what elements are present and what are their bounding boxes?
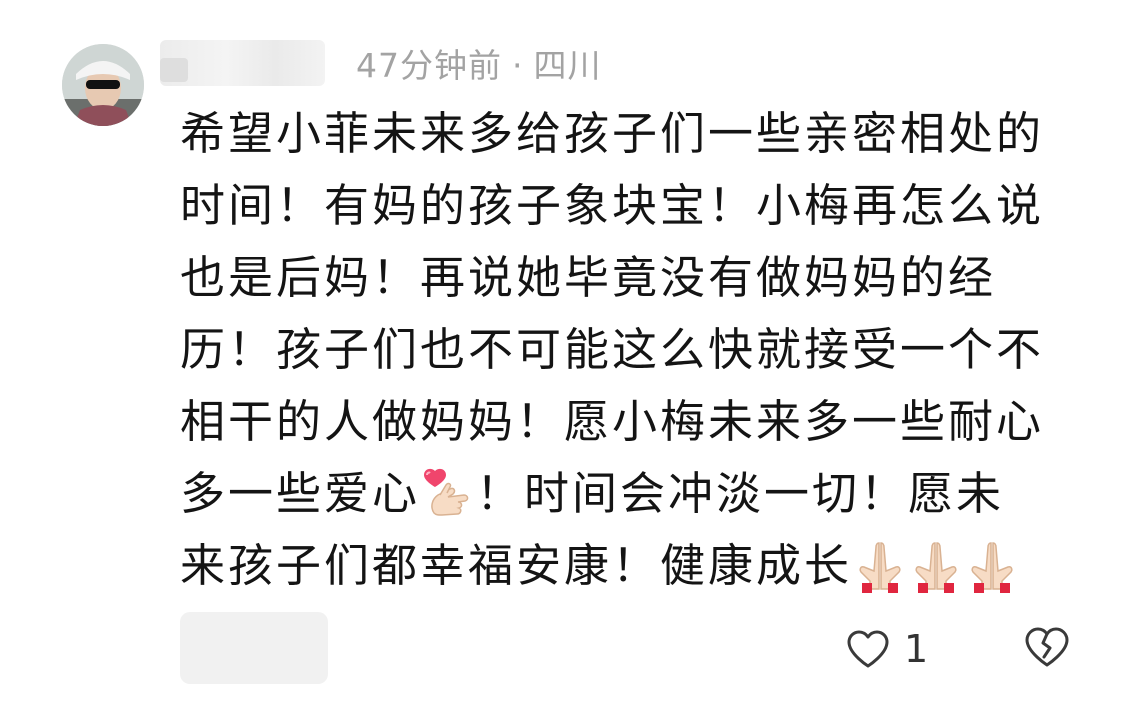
avatar-image xyxy=(62,44,144,126)
comment-line: 希望小菲未来多给孩子们一些亲密相处的 xyxy=(180,107,1045,160)
comment-line: 时间！有妈的孩子象块宝！小梅再怎么说 xyxy=(180,179,1045,232)
location: 四川 xyxy=(533,46,602,85)
avatar[interactable] xyxy=(62,44,144,126)
like-button[interactable]: 1 xyxy=(846,626,928,672)
dislike-button[interactable] xyxy=(1024,626,1070,672)
like-count: 1 xyxy=(904,627,929,671)
comment-line: 也是后妈！再说她毕竟没有做妈妈的经 xyxy=(180,251,997,304)
heart-outline-icon xyxy=(847,630,889,668)
comment-line-with-emoji: 来孩子们都幸福安康！健康成长 xyxy=(180,530,1080,602)
comment-segment: 多一些爱心 xyxy=(180,467,421,520)
comment-line: 相干的人做妈妈！愿小梅未来多一些耐心 xyxy=(180,395,1045,448)
reply-button-redacted[interactable] xyxy=(180,612,328,684)
comment-segment: ！时间会冲淡一切！愿未 xyxy=(476,467,1005,520)
time-ago: 47分钟前 xyxy=(356,46,502,85)
comment-segment: 来孩子们都幸福安康！健康成长 xyxy=(180,539,853,592)
comment-line: 历！孩子们也不可能这么快就接受一个不 xyxy=(180,323,1045,376)
meta-separator: · xyxy=(512,46,524,85)
praying-hands-icon xyxy=(964,537,1020,593)
comment-line-with-emoji: 多一些爱心 ！时间会冲淡一切！愿未 xyxy=(180,458,1080,530)
comment-meta: 47分钟前 · 四川 xyxy=(356,44,602,88)
heart-hands-icon xyxy=(420,465,476,521)
comment-text: 希望小菲未来多给孩子们一些亲密相处的 时间！有妈的孩子象块宝！小梅再怎么说 也是… xyxy=(180,98,1080,602)
username-redacted[interactable] xyxy=(160,40,325,86)
broken-heart-icon xyxy=(1025,627,1069,667)
praying-hands-icon xyxy=(908,537,964,593)
praying-hands-icon xyxy=(852,537,908,593)
comment-item: 47分钟前 · 四川 希望小菲未来多给孩子们一些亲密相处的 时间！有妈的孩子象块宝！… xyxy=(0,0,1125,726)
